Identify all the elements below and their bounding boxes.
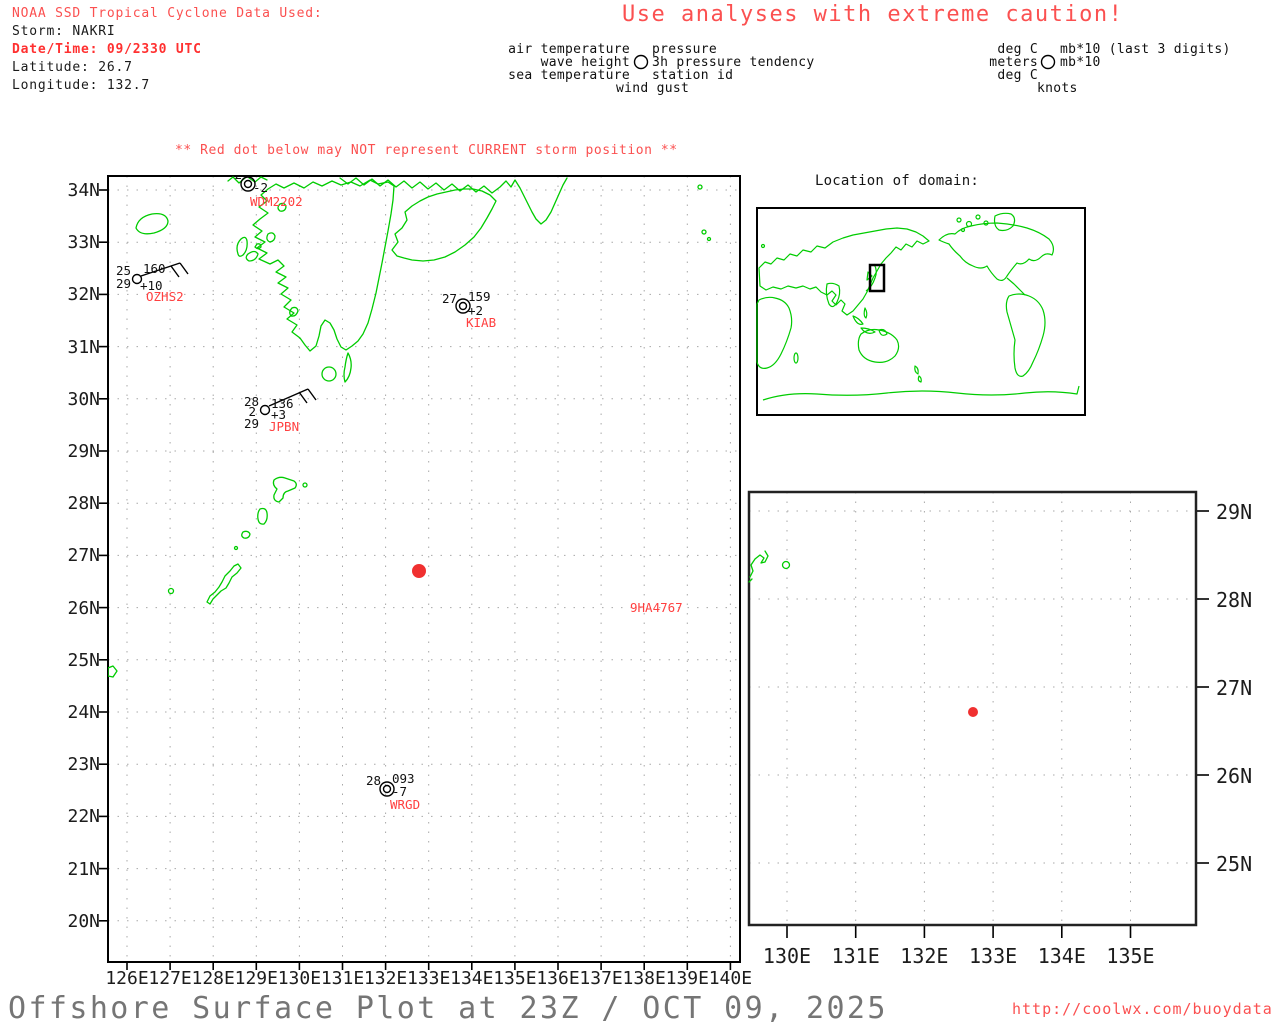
station-wdm2202-tendency: -2	[253, 180, 269, 195]
zoom-map-coastlines	[748, 550, 978, 717]
location-map-title: Location of domain:	[815, 173, 979, 189]
station-wdm2202-id: WDM2202	[250, 194, 303, 209]
zoom-axis-label-lat: 26N	[1216, 764, 1253, 788]
station-kiab-pressure: 159	[468, 289, 491, 304]
zoom-axis-label-lat: 25N	[1216, 852, 1253, 876]
legend-wind-gust: wind gust	[616, 81, 690, 96]
caution-banner: Use analyses with extreme caution!	[622, 2, 1124, 27]
main-map-station-texts: 2 -2 WDM2202 25 160 29 +10 OZHS2 27 159 …	[108, 177, 740, 961]
station-kiab-id: KIAB	[466, 315, 497, 330]
station-wdm2202-air-temp: 2	[222, 177, 242, 181]
header-latitude: Latitude: 26.7	[12, 60, 133, 75]
header-datetime: Date/Time: 09/2330 UTC	[12, 42, 202, 57]
station-wrgd-id: WRGD	[390, 797, 421, 812]
station-wrgd-air-temp: 28	[365, 773, 381, 788]
storm-position-warning: ** Red dot below may NOT represent CURRE…	[175, 143, 678, 158]
station-kiab-air-temp: 27	[441, 291, 457, 306]
station-ozhs2-id: OZHS2	[146, 289, 184, 304]
axis-label-lat: 32N	[67, 284, 100, 306]
axis-label-lat: 28N	[67, 493, 100, 515]
axis-label-lat: 33N	[67, 232, 100, 254]
axis-label-lat: 31N	[67, 336, 100, 358]
axis-label-lon: 140E	[708, 968, 753, 989]
header-storm-name: Storm: NAKRI	[12, 24, 116, 39]
axis-label-lat: 27N	[67, 545, 100, 567]
plot-title: Offshore Surface Plot at 23Z / OCT 09, 2…	[8, 991, 888, 1024]
legend-station-id: station id	[652, 68, 734, 83]
source-url[interactable]: http://coolwx.com/buoydata	[1012, 1000, 1273, 1018]
legend-units-gust: knots	[1037, 81, 1078, 96]
station-jpbn-sea-temp: 29	[243, 416, 259, 431]
world-map-coastlines	[756, 212, 1080, 401]
axis-label-lat: 26N	[67, 597, 100, 619]
domain-rectangle	[868, 263, 886, 293]
header-longitude: Longitude: 132.7	[12, 78, 151, 93]
station-ozhs2-sea-temp: 29	[115, 276, 131, 291]
station-9ha4767-id: 9HA4767	[630, 600, 683, 615]
world-map-frame	[756, 207, 1086, 416]
zoom-axis-label-lon: 130E	[762, 944, 812, 968]
zoom-axis-label-lon: 131E	[831, 944, 880, 968]
zoom-axis-label-lon: 133E	[969, 944, 1018, 968]
legend-station-circle	[633, 54, 649, 70]
axis-label-lat: 30N	[67, 388, 100, 410]
legend-sea-temperature: sea temperature	[508, 68, 630, 83]
zoom-axis-label-lat: 29N	[1216, 500, 1253, 524]
axis-label-lat: 21N	[67, 858, 100, 880]
zoom-axis-label-lon: 134E	[1037, 944, 1086, 968]
legend-units-sea: deg C	[997, 68, 1038, 83]
axis-label-lat: 29N	[67, 441, 100, 462]
station-ozhs2-pressure: 160	[143, 261, 166, 276]
zoom-storm-position-dot	[968, 707, 978, 717]
axis-label-lat: 25N	[67, 649, 100, 671]
axis-label-lat: 34N	[67, 180, 100, 201]
buoy-plot-page: NOAA SSD Tropical Cyclone Data Used: Sto…	[0, 0, 1280, 1024]
legend-units-circle	[1040, 54, 1056, 70]
header-source-line: NOAA SSD Tropical Cyclone Data Used:	[12, 6, 323, 21]
axis-label-lat: 20N	[67, 910, 100, 932]
zoom-axis-label-lon: 132E	[900, 944, 949, 968]
zoom-axis-label-lon: 135E	[1106, 944, 1155, 968]
axis-label-lat: 22N	[67, 806, 100, 828]
zoom-axis-label-lat: 28N	[1216, 588, 1253, 612]
axis-label-lat: 24N	[67, 702, 100, 723]
zoom-map-ticks	[786, 510, 1209, 938]
station-jpbn-id: JPBN	[269, 419, 300, 434]
legend-units-tendency: mb*10	[1060, 55, 1101, 70]
zoom-axis-label-lat: 27N	[1216, 676, 1253, 700]
axis-label-lat: 23N	[67, 754, 100, 776]
